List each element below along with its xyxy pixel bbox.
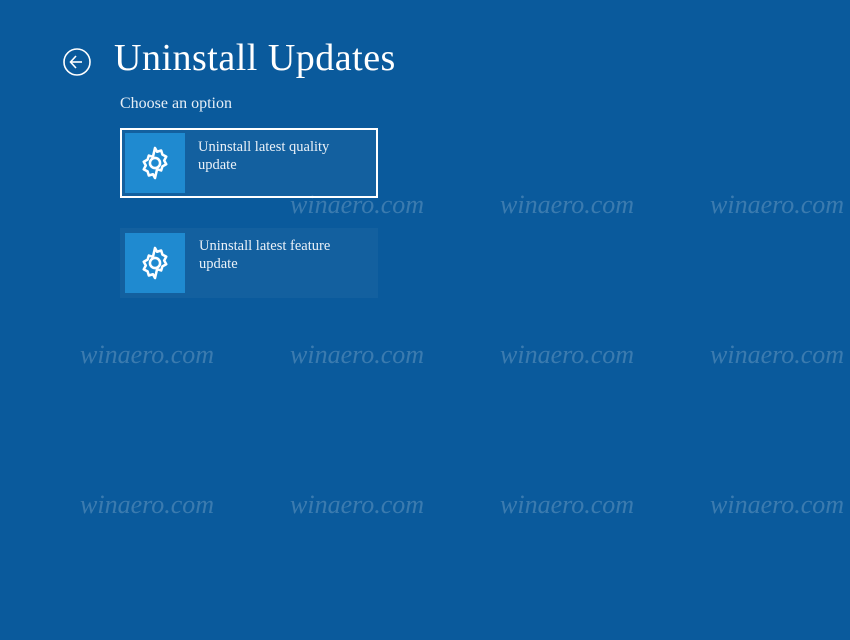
option-uninstall-feature-update[interactable]: Uninstall latest feature update [120,228,378,298]
back-button[interactable] [60,45,94,79]
header: Uninstall Updates [60,36,396,80]
back-arrow-icon [62,47,92,77]
watermark-text: winaero.com [80,340,214,370]
watermark-text: winaero.com [500,190,634,220]
option-label: Uninstall latest feature update [189,229,377,273]
gear-icon [125,233,185,293]
watermark-text: winaero.com [710,340,844,370]
watermark-text: winaero.com [290,490,424,520]
option-label: Uninstall latest quality update [188,130,376,174]
option-uninstall-quality-update[interactable]: Uninstall latest quality update [120,128,378,198]
options-list: Uninstall latest quality update Uninstal… [120,128,378,328]
watermark-text: winaero.com [710,190,844,220]
gear-icon [125,133,185,193]
page-title: Uninstall Updates [114,36,396,80]
page-subtitle: Choose an option [120,95,232,113]
watermark-text: winaero.com [710,490,844,520]
watermark-text: winaero.com [290,340,424,370]
recovery-screen: Uninstall Updates Choose an option Unins… [0,0,850,640]
watermark-text: winaero.com [500,340,634,370]
watermark-text: winaero.com [80,490,214,520]
watermark-text: winaero.com [500,490,634,520]
